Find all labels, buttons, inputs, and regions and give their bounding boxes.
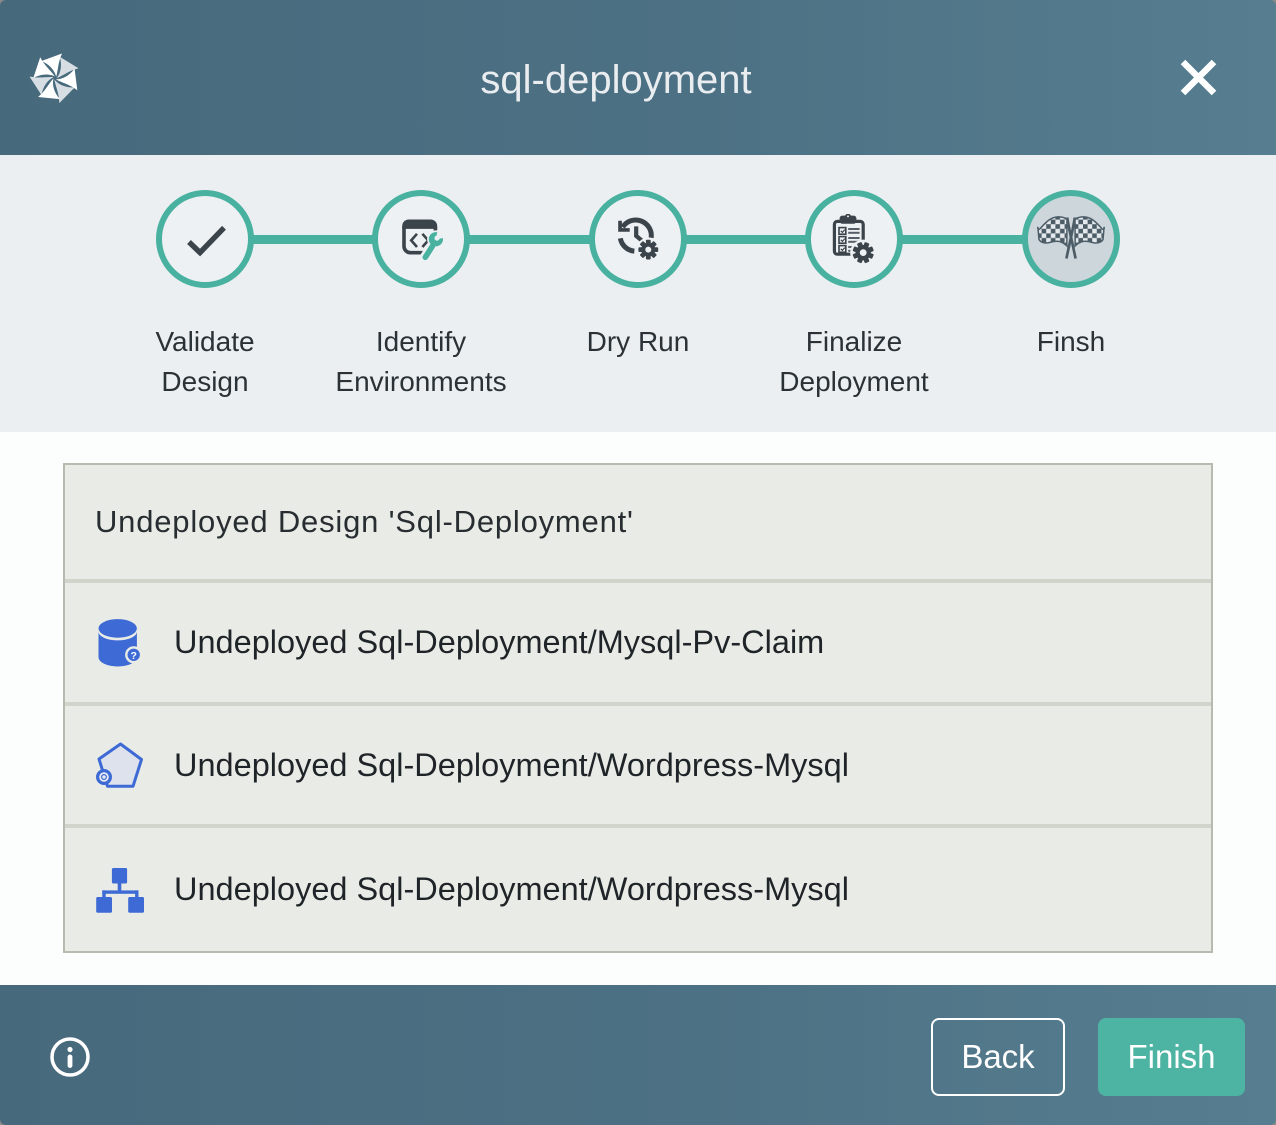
svg-text:?: ?: [130, 650, 136, 662]
